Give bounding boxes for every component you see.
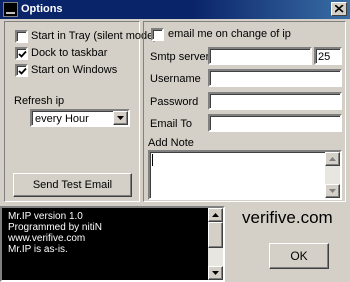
email-to-input[interactable] [208, 114, 342, 132]
dock-to-taskbar-label: Dock to taskbar [31, 47, 108, 59]
start-on-windows-checkbox[interactable] [15, 64, 28, 77]
text-caret [152, 154, 153, 166]
send-test-email-button[interactable]: Send Test Email [13, 173, 132, 197]
scroll-up-button[interactable] [208, 208, 223, 222]
email-on-change-label: email me on change of ip [168, 28, 291, 40]
chevron-down-icon [117, 116, 124, 120]
note-textarea[interactable] [148, 150, 342, 200]
ok-button[interactable]: OK [269, 243, 329, 269]
smtp-server-label: Smtp server [150, 51, 210, 63]
scroll-up-button[interactable] [325, 152, 340, 166]
brand-link: verifive.com [242, 208, 333, 227]
arrow-up-icon [212, 213, 219, 217]
window-title: Options [21, 3, 63, 15]
log-scrollbar[interactable] [208, 208, 223, 280]
log-line: Mr.IP version 1.0 [8, 211, 83, 222]
refresh-interval-value: every Hour [35, 113, 89, 125]
note-scrollbar[interactable] [325, 152, 340, 198]
arrow-down-icon [329, 189, 336, 193]
email-to-label: Email To [150, 118, 192, 130]
about-log-box[interactable]: Mr.IP version 1.0 Programmed by nitiN ww… [0, 206, 225, 282]
close-button[interactable] [331, 2, 347, 16]
check-icon [18, 50, 27, 58]
scroll-thumb[interactable] [208, 222, 223, 248]
check-icon [18, 67, 27, 75]
log-line: Programmed by nitiN [8, 222, 102, 233]
arrow-up-icon [329, 157, 336, 161]
dock-to-taskbar-checkbox[interactable] [15, 47, 28, 60]
username-label: Username [150, 73, 201, 85]
start-in-tray-label: Start in Tray (silent mode) [31, 30, 157, 42]
start-in-tray-checkbox[interactable] [15, 30, 28, 43]
smtp-port-value: 25 [318, 51, 331, 63]
refresh-interval-select[interactable]: every Hour [30, 109, 130, 127]
app-icon [3, 2, 18, 17]
smtp-port-input[interactable]: 25 [314, 47, 342, 65]
about-log-text: Mr.IP version 1.0 Programmed by nitiN ww… [8, 211, 102, 255]
arrow-down-icon [212, 271, 219, 275]
email-on-change-checkbox[interactable] [151, 28, 164, 41]
log-line: www.verifive.com [8, 233, 86, 244]
username-input[interactable] [208, 69, 342, 87]
close-icon [335, 5, 344, 13]
log-line: Mr.IP is as-is. [8, 244, 68, 255]
dropdown-button[interactable] [113, 111, 128, 125]
add-note-label: Add Note [148, 137, 194, 149]
scroll-down-button[interactable] [325, 184, 340, 198]
start-on-windows-label: Start on Windows [31, 64, 118, 76]
scroll-down-button[interactable] [208, 266, 223, 280]
password-input[interactable] [208, 92, 342, 110]
password-label: Password [150, 96, 199, 108]
refresh-ip-label: Refresh ip [14, 95, 65, 107]
smtp-server-input[interactable] [208, 47, 312, 65]
